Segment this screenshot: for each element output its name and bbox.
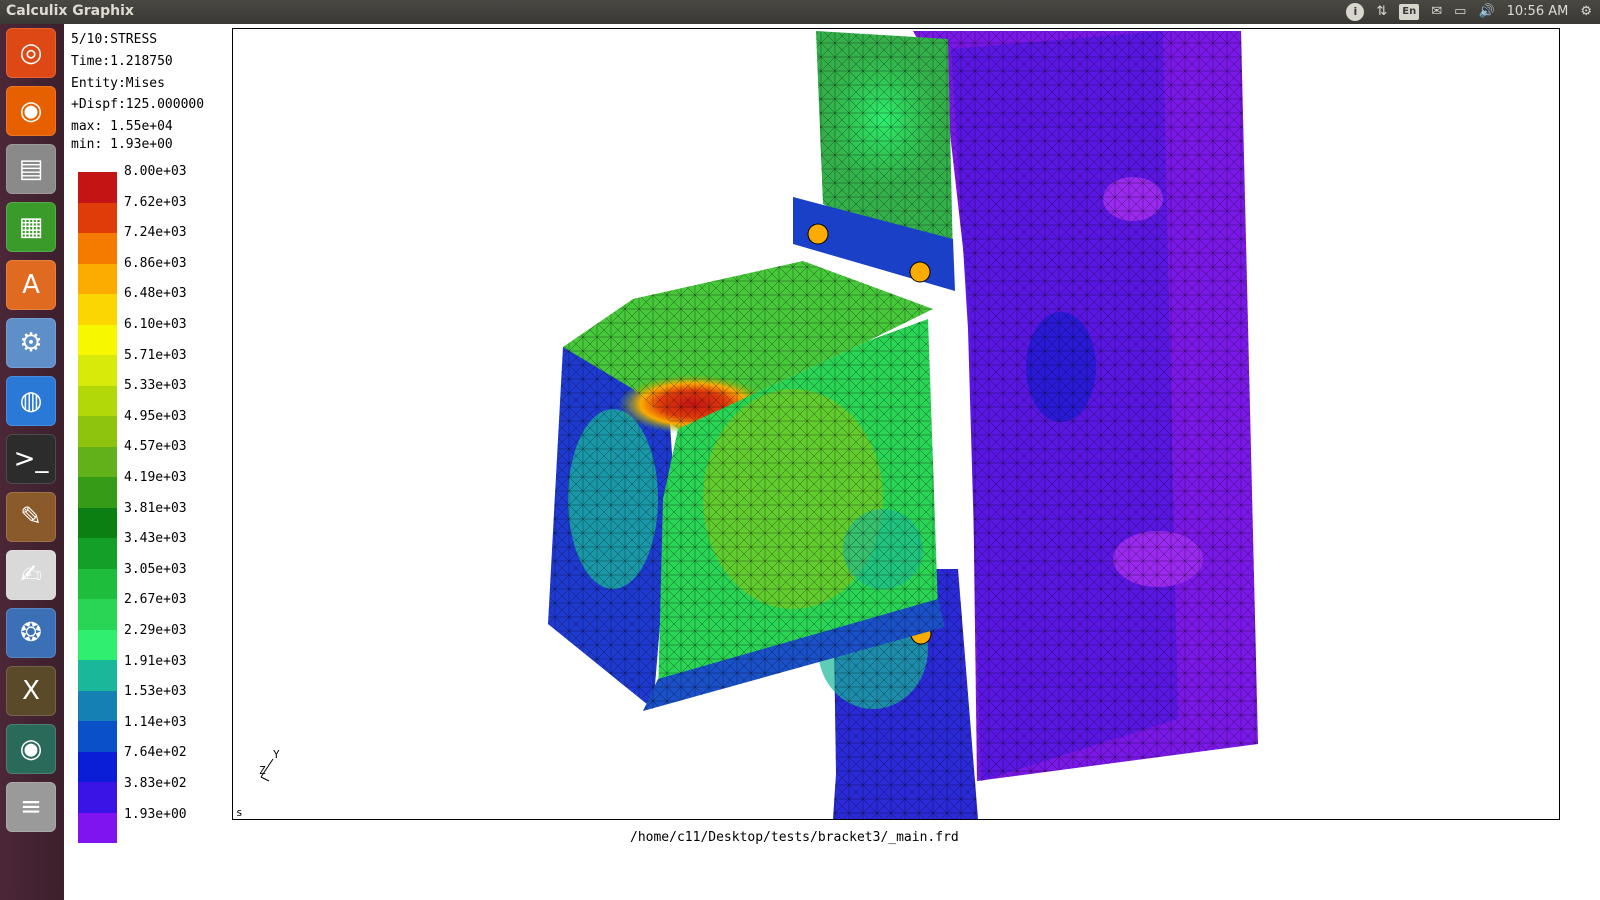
legend-swatch <box>78 812 117 843</box>
viewport-corner-mark: s <box>236 806 243 819</box>
legend-label: 1.91e+03 <box>124 653 187 669</box>
legend-swatch <box>78 721 117 752</box>
volume-icon[interactable]: 🔊 <box>1478 0 1494 24</box>
result-entity: Entity:Mises <box>71 76 165 91</box>
legend-label: 3.05e+03 <box>124 561 187 577</box>
legend-swatch <box>78 324 117 355</box>
legend-swatch <box>78 751 117 782</box>
firefox-icon[interactable]: ◉ <box>6 86 56 136</box>
paint-icon[interactable]: ✎ <box>6 492 56 542</box>
window-title: Calculix Graphix <box>6 3 134 19</box>
legend-label: 8.00e+03 <box>124 164 187 179</box>
legend-label: 3.81e+03 <box>124 500 187 516</box>
files-icon[interactable]: ▤ <box>6 144 56 194</box>
legend-label: 2.67e+03 <box>124 592 187 608</box>
legend-label: 5.33e+03 <box>124 378 187 394</box>
network-updown-icon[interactable]: ⇅ <box>1376 0 1387 24</box>
legend-label: 6.48e+03 <box>124 286 187 302</box>
chrome-icon[interactable]: ◍ <box>6 376 56 426</box>
launcher: ◎ ◉ ▤ ▦ A ⚙ ◍ >_ ✎ ✍ ❂ X ◉ ≡ <box>0 24 64 900</box>
legend-label: 6.86e+03 <box>124 255 187 271</box>
legend-label: 1.53e+03 <box>124 684 187 700</box>
legend-label: 4.57e+03 <box>124 439 187 455</box>
legend-swatch <box>78 660 117 691</box>
software-center-icon[interactable]: A <box>6 260 56 310</box>
settings-icon[interactable]: ⚙ <box>6 318 56 368</box>
legend-swatch <box>78 446 117 477</box>
legend-swatch <box>78 507 117 538</box>
legend-label: 3.43e+03 <box>124 531 187 547</box>
legend-swatch <box>78 568 117 599</box>
xterm-icon[interactable]: X <box>6 666 56 716</box>
result-min: min: 1.93e+00 <box>71 137 173 152</box>
keyboard-layout-icon[interactable]: En <box>1399 4 1420 20</box>
result-step: 5/10:STRESS <box>71 32 158 47</box>
legend-swatch <box>78 294 117 325</box>
legend-label: 7.24e+03 <box>124 225 187 241</box>
legend-swatch <box>78 538 117 569</box>
webcam-icon[interactable]: ◉ <box>6 724 56 774</box>
legend-swatch <box>78 172 117 203</box>
system-settings-icon[interactable]: ⚙ <box>1580 0 1592 24</box>
legend-label: 3.83e+02 <box>124 776 187 791</box>
spreadsheet-icon[interactable]: ▦ <box>6 202 56 252</box>
axis-z-label: Z <box>259 764 266 777</box>
legend-swatch <box>78 263 117 294</box>
result-dispf: +Dispf:125.000000 <box>71 97 205 112</box>
legend-label: 2.29e+03 <box>124 623 187 638</box>
legend-swatch <box>78 355 117 386</box>
ubuntu-dash-icon[interactable]: ◎ <box>6 28 56 78</box>
gimp-icon[interactable]: ❂ <box>6 608 56 658</box>
bolt-hole <box>807 223 829 245</box>
mail-icon[interactable]: ✉ <box>1431 0 1442 24</box>
top-panel: Calculix Graphix i ⇅ En ✉ ▭ 🔊 10:56 AM ⚙ <box>0 0 1600 24</box>
result-time: Time:1.218750 <box>71 54 173 69</box>
legend-label: 1.14e+03 <box>124 714 187 730</box>
legend-swatch <box>78 629 117 660</box>
legend-label: 6.10e+03 <box>124 317 187 332</box>
legend-label: 1.93e+00 <box>124 806 187 822</box>
legend-label: 7.62e+03 <box>124 194 187 210</box>
battery-icon[interactable]: ▭ <box>1454 0 1466 24</box>
result-max: max: 1.55e+04 <box>71 119 173 134</box>
axis-triad: Y Z <box>259 748 280 782</box>
terminal-icon[interactable]: >_ <box>6 434 56 484</box>
bolt-hole <box>909 261 931 283</box>
legend-swatch <box>78 202 117 233</box>
legend-label: 7.64e+02 <box>124 745 187 761</box>
legend-swatch <box>78 782 117 813</box>
legend-label: 5.71e+03 <box>124 347 187 363</box>
info-icon[interactable]: i <box>1346 3 1365 21</box>
model-viewport[interactable]: Y Z s <box>232 28 1560 820</box>
legend-label: 4.19e+03 <box>124 470 187 485</box>
clock[interactable]: 10:56 AM <box>1507 0 1569 24</box>
legend-swatch <box>78 599 117 630</box>
indicator-area: i ⇅ En ✉ ▭ 🔊 10:56 AM ⚙ <box>1346 0 1592 24</box>
fem-model[interactable]: Y Z <box>233 29 1559 819</box>
legend-swatch <box>78 385 117 416</box>
text-editor-icon[interactable]: ✍ <box>6 550 56 600</box>
legend-swatch <box>78 690 117 721</box>
axis-y-label: Y <box>273 748 280 761</box>
legend-label: 4.95e+03 <box>124 408 187 424</box>
legend-swatch <box>78 416 117 447</box>
file-path: /home/c11/Desktop/tests/bracket3/_main.f… <box>630 830 959 845</box>
legend-swatch <box>78 233 117 264</box>
workspace-stack-icon[interactable]: ≡ <box>6 782 56 832</box>
legend-swatch <box>78 477 117 508</box>
color-legend <box>78 172 117 843</box>
